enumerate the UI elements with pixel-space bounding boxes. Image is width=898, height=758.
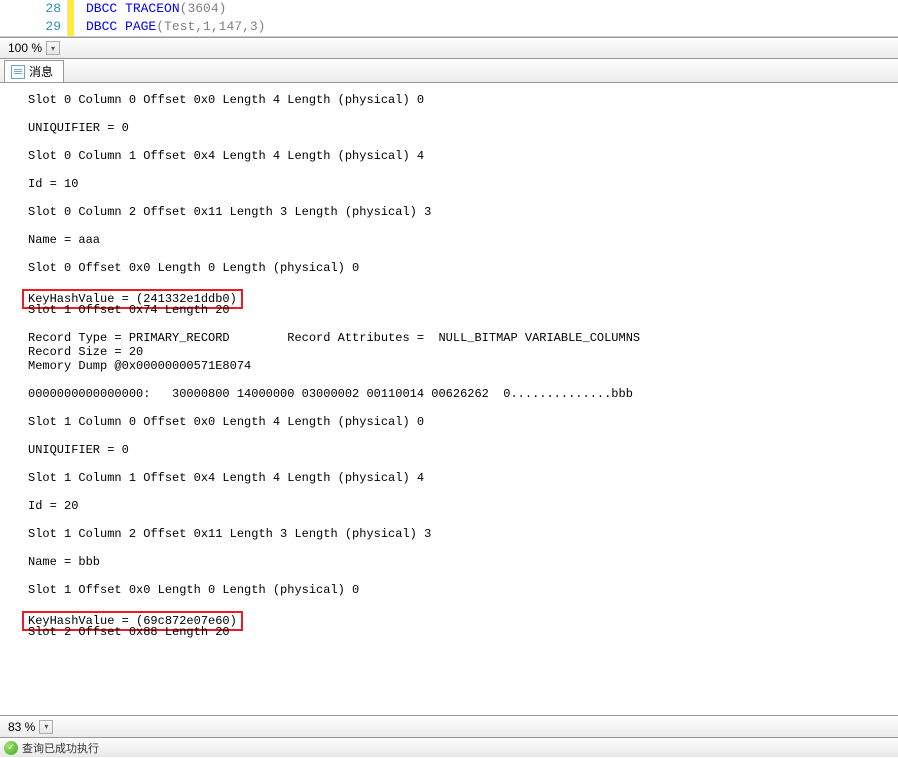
- output-line: [28, 541, 888, 555]
- code-editor[interactable]: 28 29 DBCC TRACEON(3604) DBCC PAGE(Test,…: [0, 0, 898, 37]
- output-line: [28, 401, 888, 415]
- output-line: [28, 247, 888, 261]
- output-line: [28, 373, 888, 387]
- zoom-dropdown-bottom[interactable]: ▾: [39, 720, 53, 734]
- output-line: UNIQUIFIER = 0: [28, 443, 888, 457]
- output-line: Name = bbb: [28, 555, 888, 569]
- result-tab-bar: 消息: [0, 59, 898, 83]
- code-content[interactable]: DBCC TRACEON(3604) DBCC PAGE(Test,1,147,…: [74, 0, 265, 36]
- output-line: Record Size = 20: [28, 345, 888, 359]
- output-line: Slot 0 Column 1 Offset 0x4 Length 4 Leng…: [28, 149, 888, 163]
- output-line: [28, 639, 888, 653]
- output-line: Slot 0 Column 0 Offset 0x0 Length 4 Leng…: [28, 93, 888, 107]
- zoom-dropdown[interactable]: ▾: [46, 41, 60, 55]
- zoom-bottom-bar: 83 % ▾: [0, 715, 898, 737]
- output-line: [28, 317, 888, 331]
- tab-messages[interactable]: 消息: [4, 60, 64, 82]
- output-line: Slot 1 Offset 0x74 Length 20: [28, 303, 888, 317]
- output-line: Slot 0 Column 2 Offset 0x11 Length 3 Len…: [28, 205, 888, 219]
- messages-icon: [11, 65, 25, 79]
- output-line: [28, 429, 888, 443]
- line-number: 29: [0, 18, 61, 36]
- output-line: Slot 0 Offset 0x0 Length 0 Length (physi…: [28, 261, 888, 275]
- output-line: UNIQUIFIER = 0: [28, 121, 888, 135]
- output-line: [28, 485, 888, 499]
- tab-label: 消息: [29, 63, 53, 80]
- output-line: Name = aaa: [28, 233, 888, 247]
- output-line: Record Type = PRIMARY_RECORD Record Attr…: [28, 331, 888, 345]
- messages-output[interactable]: Slot 0 Column 0 Offset 0x0 Length 4 Leng…: [0, 83, 898, 715]
- output-line: [28, 107, 888, 121]
- line-gutter: 28 29: [0, 0, 68, 36]
- output-line: Id = 20: [28, 499, 888, 513]
- output-line: 0000000000000000: 30000800 14000000 0300…: [28, 387, 888, 401]
- status-bar: ✓ 查询已成功执行: [0, 737, 898, 757]
- status-text: 查询已成功执行: [22, 740, 99, 756]
- output-line: Slot 1 Offset 0x0 Length 0 Length (physi…: [28, 583, 888, 597]
- output-line: Slot 1 Column 1 Offset 0x4 Length 4 Leng…: [28, 471, 888, 485]
- zoom-value: 100 %: [8, 41, 46, 55]
- output-line: KeyHashValue = (69c872e07e60): [28, 611, 888, 625]
- output-line: [28, 597, 888, 611]
- output-line: Slot 1 Column 0 Offset 0x0 Length 4 Leng…: [28, 415, 888, 429]
- zoom-value-bottom: 83 %: [8, 720, 39, 734]
- output-line: Slot 1 Column 2 Offset 0x11 Length 3 Len…: [28, 527, 888, 541]
- output-line: [28, 513, 888, 527]
- code-line[interactable]: DBCC TRACEON(3604): [86, 0, 265, 18]
- line-number: 28: [0, 0, 61, 18]
- output-line: [28, 191, 888, 205]
- output-line: [28, 457, 888, 471]
- zoom-top-bar: 100 % ▾: [0, 37, 898, 59]
- output-line: [28, 163, 888, 177]
- success-icon: ✓: [4, 741, 18, 755]
- output-line: [28, 275, 888, 289]
- output-line: [28, 219, 888, 233]
- output-line: Id = 10: [28, 177, 888, 191]
- output-line: Slot 2 Offset 0x88 Length 20: [28, 625, 888, 639]
- output-line: [28, 569, 888, 583]
- output-line: KeyHashValue = (241332e1ddb0): [28, 289, 888, 303]
- output-line: [28, 135, 888, 149]
- code-line[interactable]: DBCC PAGE(Test,1,147,3): [86, 18, 265, 36]
- output-line: Memory Dump @0x00000000571E8074: [28, 359, 888, 373]
